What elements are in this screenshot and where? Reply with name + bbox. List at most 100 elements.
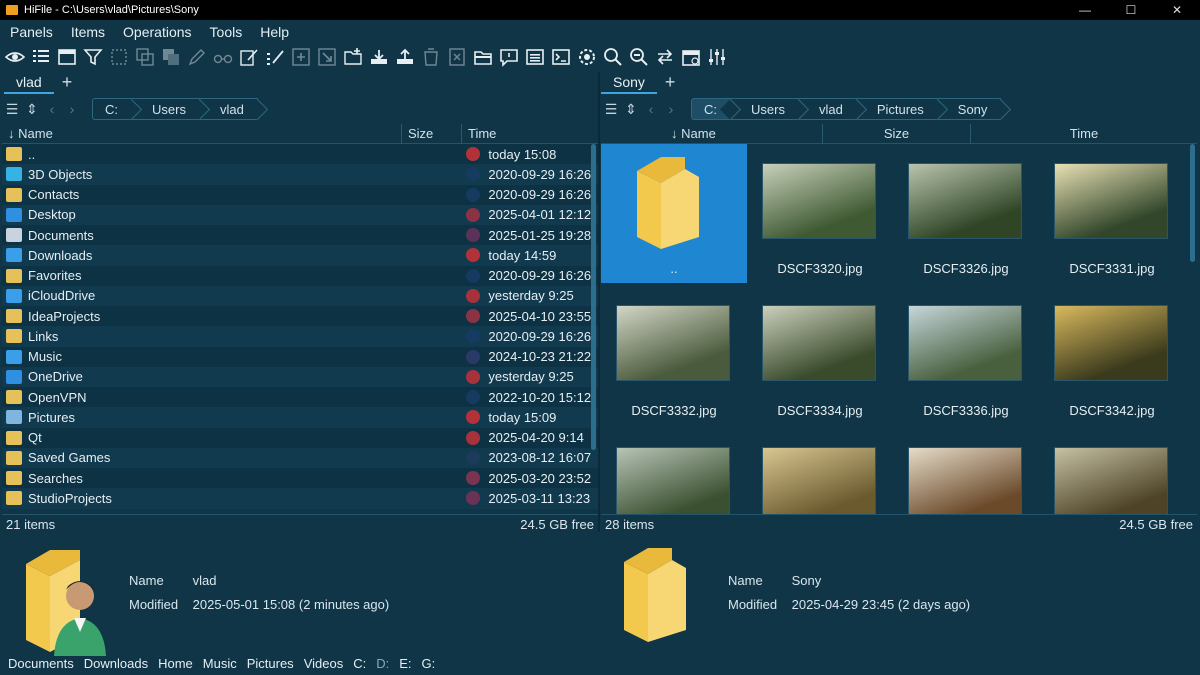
hamburger-menu-icon[interactable]: ☰: [601, 99, 621, 119]
image-thumbnail-item[interactable]: DSCF3331.jpg: [1039, 144, 1185, 283]
settings-icon[interactable]: [576, 46, 598, 68]
minimize-button[interactable]: —: [1062, 3, 1108, 17]
file-row[interactable]: Contacts 2020-09-29 16:26: [2, 184, 598, 205]
favorite-link[interactable]: C:: [353, 656, 366, 671]
favorite-link[interactable]: Videos: [304, 656, 344, 671]
favorite-link[interactable]: Downloads: [84, 656, 148, 671]
add-tab-icon[interactable]: +: [665, 72, 676, 94]
column-name[interactable]: ↓ Name: [601, 123, 823, 144]
file-row[interactable]: Music 2024-10-23 21:22: [2, 346, 598, 367]
copy-icon[interactable]: [134, 46, 156, 68]
breadcrumb-item[interactable]: C:: [92, 98, 132, 120]
image-thumbnail-item[interactable]: DSCF3336.jpg: [893, 283, 1039, 425]
breadcrumb-item[interactable]: Pictures: [856, 98, 938, 120]
eye-icon[interactable]: [4, 46, 26, 68]
file-row[interactable]: IdeaProjects 2025-04-10 23:55: [2, 306, 598, 327]
panel-icon[interactable]: [56, 46, 78, 68]
file-row[interactable]: Desktop 2025-04-01 12:12: [2, 204, 598, 225]
swap-icon[interactable]: [654, 46, 676, 68]
edit-multi-icon[interactable]: [264, 46, 286, 68]
delete-icon[interactable]: [446, 46, 468, 68]
file-row[interactable]: 3D Objects 2020-09-29 16:26: [2, 164, 598, 185]
open-folder-icon[interactable]: [472, 46, 494, 68]
move-icon[interactable]: [316, 46, 338, 68]
file-row[interactable]: Saved Games 2023-08-12 16:07: [2, 447, 598, 468]
download-icon[interactable]: [368, 46, 390, 68]
file-row[interactable]: Documents 2025-01-25 19:28: [2, 225, 598, 246]
favorite-link[interactable]: Music: [203, 656, 237, 671]
file-row[interactable]: Pictures today 15:09: [2, 407, 598, 428]
new-folder-icon[interactable]: [342, 46, 364, 68]
favorite-link[interactable]: E:: [399, 656, 411, 671]
edit-icon[interactable]: [238, 46, 260, 68]
file-row[interactable]: Favorites 2020-09-29 16:26: [2, 265, 598, 286]
favorite-link[interactable]: Home: [158, 656, 193, 671]
back-arrow-icon[interactable]: ‹: [641, 99, 661, 119]
list-icon[interactable]: [30, 46, 52, 68]
hamburger-menu-icon[interactable]: ☰: [2, 99, 22, 119]
menu-panels[interactable]: Panels: [0, 24, 61, 40]
zoom-icon[interactable]: [628, 46, 650, 68]
select-icon[interactable]: [108, 46, 130, 68]
image-thumbnail-item[interactable]: DSCF3320.jpg: [747, 144, 893, 283]
search-icon[interactable]: [602, 46, 624, 68]
pen-icon[interactable]: [186, 46, 208, 68]
upload-icon[interactable]: [394, 46, 416, 68]
right-tab-sony[interactable]: Sony: [601, 72, 657, 94]
file-row[interactable]: OneDrive yesterday 9:25: [2, 366, 598, 387]
panel-divider[interactable]: [598, 72, 600, 532]
file-row[interactable]: .. today 15:08: [2, 144, 598, 165]
comment-icon[interactable]: [498, 46, 520, 68]
breadcrumb-item[interactable]: C:: [691, 98, 731, 120]
calendar-icon[interactable]: [680, 46, 702, 68]
favorite-link[interactable]: G:: [422, 656, 436, 671]
favorite-link[interactable]: D:: [376, 656, 389, 671]
image-thumbnail-item[interactable]: [601, 425, 747, 514]
filter-icon[interactable]: [82, 46, 104, 68]
column-time[interactable]: Time: [462, 124, 596, 144]
file-row[interactable]: Downloads today 14:59: [2, 245, 598, 266]
back-arrow-icon[interactable]: ‹: [42, 99, 62, 119]
file-row[interactable]: Links 2020-09-29 16:26: [2, 326, 598, 347]
file-row[interactable]: Searches 2025-03-20 23:52: [2, 468, 598, 489]
column-size[interactable]: Size: [823, 123, 971, 144]
column-size[interactable]: Size: [402, 123, 462, 144]
image-thumbnail-item[interactable]: DSCF3334.jpg: [747, 283, 893, 425]
terminal-icon[interactable]: [550, 46, 572, 68]
favorite-link[interactable]: Pictures: [247, 656, 294, 671]
menu-items[interactable]: Items: [61, 24, 113, 40]
parent-folder-item[interactable]: ..: [601, 144, 747, 283]
left-tab-vlad[interactable]: vlad: [4, 72, 54, 94]
file-row[interactable]: StudioProjects 2025-03-11 13:23: [2, 488, 598, 509]
image-thumbnail-item[interactable]: [893, 425, 1039, 514]
file-row[interactable]: Qt 2025-04-20 9:14: [2, 427, 598, 448]
add-tab-icon[interactable]: +: [62, 72, 73, 94]
left-scrollbar[interactable]: [591, 144, 596, 450]
image-thumbnail-item[interactable]: DSCF3326.jpg: [893, 144, 1039, 283]
menu-help[interactable]: Help: [250, 24, 297, 40]
forward-arrow-icon[interactable]: ›: [62, 99, 82, 119]
right-scrollbar[interactable]: [1190, 144, 1195, 262]
add-icon[interactable]: [290, 46, 312, 68]
close-button[interactable]: ✕: [1154, 3, 1200, 17]
image-thumbnail-item[interactable]: DSCF3342.jpg: [1039, 283, 1185, 425]
file-row[interactable]: iCloudDrive yesterday 9:25: [2, 285, 598, 306]
maximize-button[interactable]: ☐: [1108, 3, 1154, 17]
file-row[interactable]: OpenVPN 2022-10-20 15:12: [2, 387, 598, 408]
trash-icon[interactable]: [420, 46, 442, 68]
image-thumbnail-item[interactable]: [747, 425, 893, 514]
image-thumbnail-item[interactable]: [1039, 425, 1185, 514]
sort-toggle-icon[interactable]: ⇕: [621, 99, 641, 119]
forward-arrow-icon[interactable]: ›: [661, 99, 681, 119]
favorite-link[interactable]: Documents: [8, 656, 74, 671]
column-time[interactable]: Time: [971, 124, 1197, 144]
menu-operations[interactable]: Operations: [113, 24, 199, 40]
sort-toggle-icon[interactable]: ⇕: [22, 99, 42, 119]
duplicate-icon[interactable]: [160, 46, 182, 68]
sliders-icon[interactable]: [706, 46, 728, 68]
column-name[interactable]: ↓ Name: [2, 123, 402, 144]
image-thumbnail-item[interactable]: DSCF3332.jpg: [601, 283, 747, 425]
glasses-icon[interactable]: [212, 46, 234, 68]
window-icon[interactable]: [524, 46, 546, 68]
menu-tools[interactable]: Tools: [200, 24, 251, 40]
